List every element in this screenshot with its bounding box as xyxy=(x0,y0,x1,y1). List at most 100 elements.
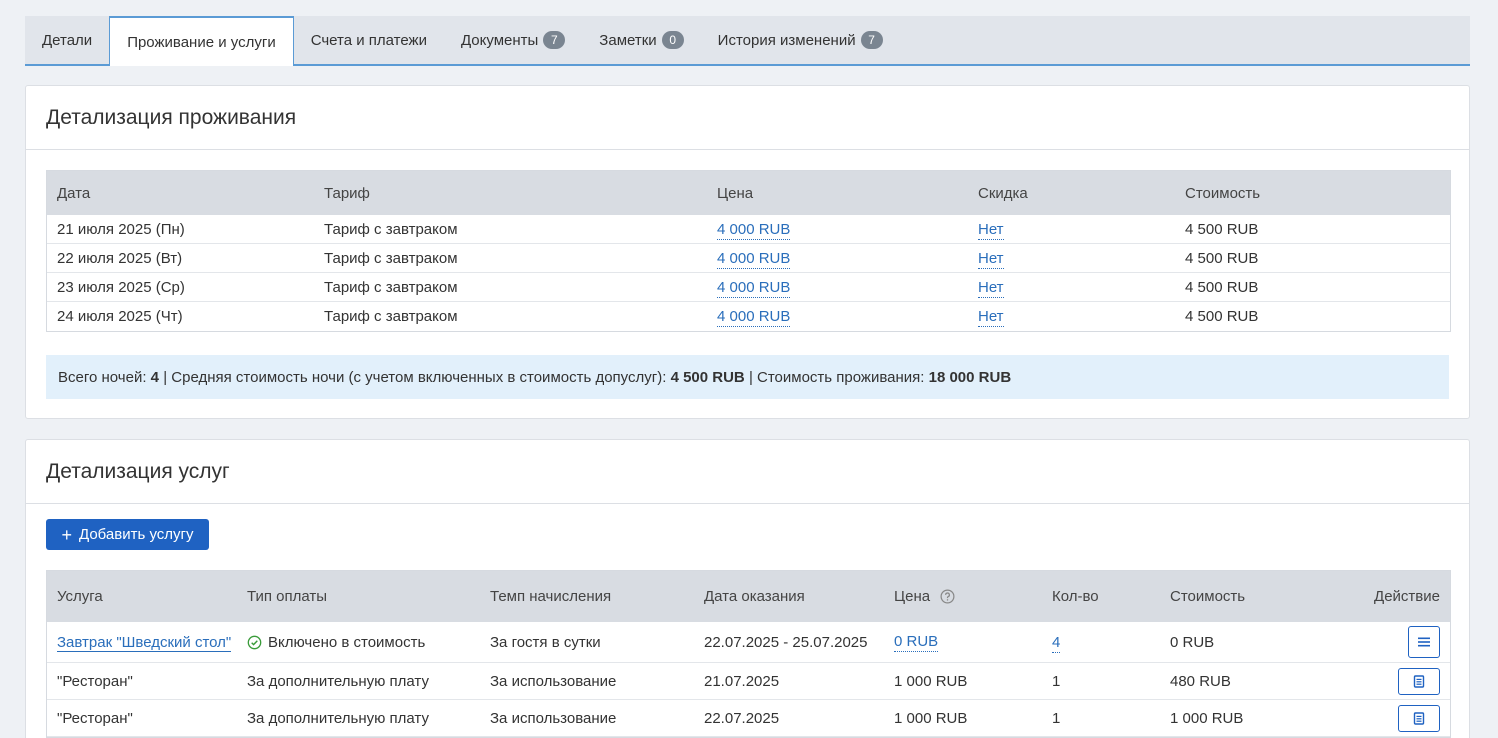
row-service: "Ресторан" xyxy=(57,672,133,690)
row-date: 23 июля 2025 (Ср) xyxy=(57,278,185,296)
row-cost: 4 500 RUB xyxy=(1185,249,1259,267)
row-service-date: 22.07.2025 xyxy=(704,709,780,727)
tab-history[interactable]: История изменений 7 xyxy=(701,16,900,64)
table-row: "Ресторан" За дополнительную плату За ис… xyxy=(47,700,1450,737)
services-table: Услуга Тип оплаты Темп начисления Дата о… xyxy=(46,570,1451,738)
table-row: 21 июля 2025 (Пн) Тариф с завтраком 4 00… xyxy=(47,215,1450,244)
header-discount: Скидка xyxy=(978,184,1028,202)
row-cost: 4 500 RUB xyxy=(1185,308,1259,325)
count-badge: 7 xyxy=(860,31,883,49)
header-date: Дата xyxy=(57,184,91,202)
plus-icon: + xyxy=(61,524,72,545)
row-service-date: 22.07.2025 - 25.07.2025 xyxy=(704,633,868,651)
row-tariff: Тариф с завтраком xyxy=(324,278,458,296)
tab-notes[interactable]: Заметки 0 xyxy=(582,16,700,64)
header-payment-type: Тип оплаты xyxy=(247,588,328,605)
row-cost: 480 RUB xyxy=(1170,672,1231,690)
table-row: Завтрак "Шведский стол" Включено в стоим… xyxy=(47,622,1450,663)
table-row: 24 июля 2025 (Чт) Тариф с завтраком 4 00… xyxy=(47,302,1450,331)
services-card: Детализация услуг + Добавить услугу Услу… xyxy=(25,439,1470,738)
document-button[interactable] xyxy=(1398,667,1440,695)
row-quantity: 1 xyxy=(1052,709,1061,727)
header-quantity: Кол-во xyxy=(1052,588,1099,605)
separator: | xyxy=(163,368,168,386)
tab-label: Проживание и услуги xyxy=(127,33,276,51)
nights-label: Всего ночей: xyxy=(58,368,147,386)
menu-button[interactable] xyxy=(1408,626,1440,658)
discount-link[interactable]: Нет xyxy=(978,308,1004,327)
price-link[interactable]: 4 000 RUB xyxy=(717,308,791,327)
row-date: 21 июля 2025 (Пн) xyxy=(57,220,185,238)
total-label: Стоимость проживания: xyxy=(757,368,925,386)
tab-bar: Детали Проживание и услуги Счета и плате… xyxy=(25,16,1470,66)
document-icon xyxy=(1413,711,1425,725)
row-cost: 4 500 RUB xyxy=(1185,220,1259,238)
avg-value: 4 500 RUB xyxy=(670,368,745,386)
row-date: 24 июля 2025 (Чт) xyxy=(57,308,183,325)
discount-link[interactable]: Нет xyxy=(978,220,1004,240)
price-link[interactable]: 0 RUB xyxy=(894,633,939,652)
tab-label: Счета и платежи xyxy=(310,31,427,49)
price-link[interactable]: 4 000 RUB xyxy=(717,278,791,298)
header-price: Цена xyxy=(717,184,754,202)
tab-stay-services[interactable]: Проживание и услуги xyxy=(109,16,294,66)
row-date: 22 июля 2025 (Вт) xyxy=(57,249,183,267)
menu-icon xyxy=(1418,637,1430,647)
tab-label: Детали xyxy=(42,31,93,49)
help-icon[interactable] xyxy=(940,589,955,604)
row-payment-type: За дополнительную плату xyxy=(247,709,429,727)
row-cost: 0 RUB xyxy=(1170,633,1215,651)
row-price: 1 000 RUB xyxy=(894,709,968,727)
count-badge: 0 xyxy=(661,31,684,49)
count-badge: 7 xyxy=(543,31,566,49)
price-link[interactable]: 4 000 RUB xyxy=(717,220,791,240)
stay-summary: Всего ночей: 4 | Средняя стоимость ночи … xyxy=(46,355,1449,399)
tab-details[interactable]: Детали xyxy=(25,16,109,64)
row-service-date: 21.07.2025 xyxy=(704,672,780,690)
discount-link[interactable]: Нет xyxy=(978,278,1004,298)
row-service: "Ресторан" xyxy=(57,709,133,727)
row-tariff: Тариф с завтраком xyxy=(324,249,458,267)
tab-label: Документы xyxy=(460,31,539,49)
header-cost: Стоимость xyxy=(1185,184,1261,202)
check-circle-icon xyxy=(247,635,262,649)
row-cost: 4 500 RUB xyxy=(1185,278,1259,296)
row-cost: 1 000 RUB xyxy=(1170,709,1244,727)
tab-label: История изменений xyxy=(717,31,856,49)
header-price: Цена xyxy=(894,588,931,605)
header-charge-rate: Темп начисления xyxy=(490,588,612,605)
quantity-link[interactable]: 4 xyxy=(1052,633,1061,653)
header-action: Действие xyxy=(1374,588,1440,605)
price-link[interactable]: 4 000 RUB xyxy=(717,249,791,269)
table-header: Дата Тариф Цена Скидка Стоимость xyxy=(47,171,1450,215)
service-link[interactable]: Завтрак "Шведский стол" xyxy=(57,633,232,652)
header-tariff: Тариф xyxy=(324,184,370,202)
header-service-date: Дата оказания xyxy=(704,588,805,605)
avg-label: Средняя стоимость ночи (с учетом включен… xyxy=(171,368,667,386)
header-cost: Стоимость xyxy=(1170,588,1246,605)
add-service-label: Добавить услугу xyxy=(79,526,194,543)
header-service: Услуга xyxy=(57,588,103,605)
row-tariff: Тариф с завтраком xyxy=(324,308,458,325)
tab-label: Заметки xyxy=(599,31,657,49)
row-quantity: 1 xyxy=(1052,672,1061,690)
row-tariff: Тариф с завтраком xyxy=(324,220,458,238)
separator: | xyxy=(748,368,753,386)
tab-documents[interactable]: Документы 7 xyxy=(444,16,582,64)
stay-table: Дата Тариф Цена Скидка Стоимость 21 июля… xyxy=(46,170,1451,332)
add-service-button[interactable]: + Добавить услугу xyxy=(46,519,209,550)
row-payment-type: За дополнительную плату xyxy=(247,672,429,690)
tab-invoices-payments[interactable]: Счета и платежи xyxy=(294,16,444,64)
stay-details-card: Детализация проживания Дата Тариф Цена С… xyxy=(25,85,1470,419)
row-payment-type: Включено в стоимость xyxy=(268,633,426,651)
nights-value: 4 xyxy=(150,368,160,386)
row-charge-rate: За гостя в сутки xyxy=(490,633,601,651)
row-price: 1 000 RUB xyxy=(894,672,968,690)
discount-link[interactable]: Нет xyxy=(978,249,1004,269)
document-button[interactable] xyxy=(1398,704,1440,732)
services-title: Детализация услуг xyxy=(26,440,1469,504)
row-charge-rate: За использование xyxy=(490,709,617,727)
total-value: 18 000 RUB xyxy=(928,368,1012,386)
stay-details-title: Детализация проживания xyxy=(26,86,1469,150)
document-icon xyxy=(1413,674,1425,688)
